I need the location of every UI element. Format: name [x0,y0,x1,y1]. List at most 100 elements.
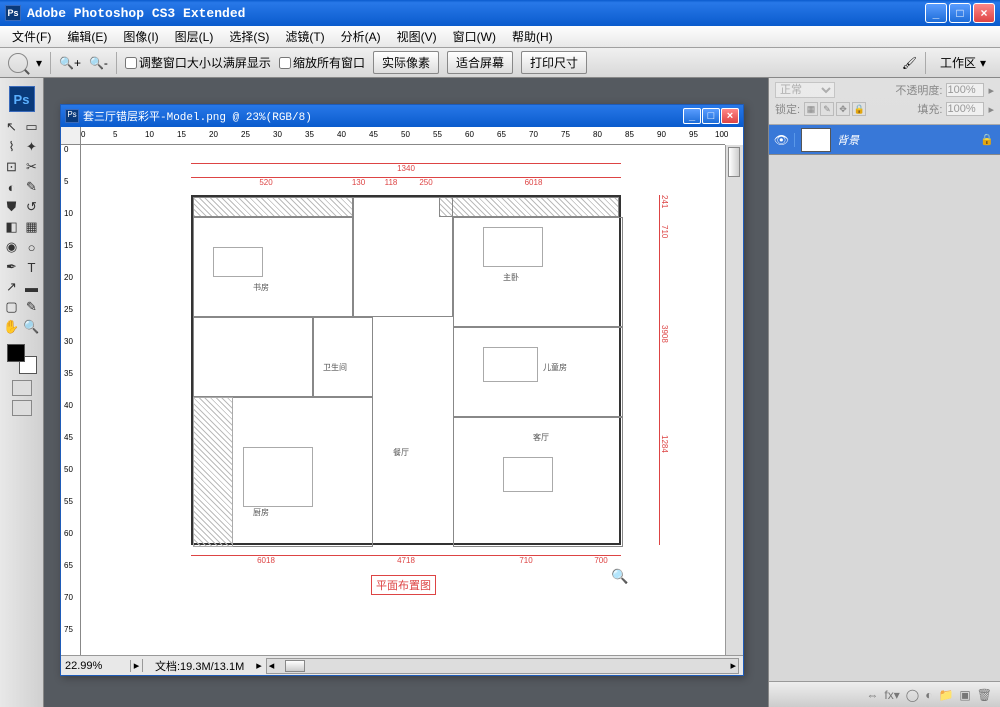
layer-name[interactable]: 背景 [837,132,980,148]
layer-list[interactable]: 👁 背景 🔒 [769,125,1000,681]
menu-filter[interactable]: 滤镜(T) [279,26,330,47]
menu-help[interactable]: 帮助(H) [506,26,559,47]
opacity-input[interactable] [946,83,984,97]
brush-preset-icon[interactable]: 🖌 [902,56,917,70]
eyedropper-tool[interactable]: ✎ [23,298,41,316]
visibility-icon[interactable]: 👁 [769,133,795,147]
brush-tool[interactable]: ✎ [23,178,41,196]
horizontal-scrollbar[interactable]: ◂▸ [266,658,739,674]
horizontal-ruler[interactable]: 0 5 10 15 20 25 30 35 40 45 50 55 60 65 … [81,127,725,145]
opacity-arrow[interactable]: ▸ [988,84,994,97]
quickmask-toggle[interactable] [12,380,32,396]
lasso-tool[interactable]: ⌇ [3,138,21,156]
layer-mask-icon[interactable]: ◯ [906,688,919,702]
zoom-cursor-icon: 🔍 [611,568,628,585]
doc-icon: Ps [65,109,79,123]
slice-tool[interactable]: ✂ [23,158,41,176]
menu-window[interactable]: 窗口(W) [447,26,502,47]
hand-tool[interactable]: ✋ [3,318,21,336]
marquee-tool[interactable]: ▭ [23,118,41,136]
fill-input[interactable] [946,102,984,116]
move-tool[interactable]: ↖ [3,118,21,136]
gradient-tool[interactable]: ▦ [23,218,41,236]
canvas[interactable]: 1340 520 130 118 250 6018 241 710 3908 1… [81,145,725,655]
type-tool[interactable]: T [23,258,41,276]
menu-select[interactable]: 选择(S) [223,26,275,47]
foreground-color[interactable] [7,344,25,362]
quick-select-tool[interactable]: ✦ [23,138,41,156]
zoom-value[interactable]: 22.99% [61,660,131,672]
menu-view[interactable]: 视图(V) [391,26,443,47]
dodge-tool[interactable]: ○ [23,238,41,256]
print-size-button[interactable]: 打印尺寸 [521,51,587,74]
vertical-ruler[interactable]: 0 5 10 15 20 25 30 35 40 45 50 55 60 65 … [61,145,81,655]
menu-file[interactable]: 文件(F) [6,26,57,47]
doc-titlebar[interactable]: Ps 套三厅错层彩平-Model.png @ 23%(RGB/8) _ □ × [61,105,743,127]
fill-label: 填充: [917,101,942,117]
zoom-out-icon[interactable]: 🔍- [89,56,108,70]
doc-info[interactable]: 文档:19.3M/13.1M [143,658,256,674]
blur-tool[interactable]: ◉ [3,238,21,256]
menu-layer[interactable]: 图层(L) [169,26,220,47]
zoom-in-icon[interactable]: 🔍+ [59,56,81,70]
link-layers-icon[interactable]: ⇔ [866,688,878,702]
path-select-tool[interactable]: ↗ [3,278,21,296]
actual-pixels-button[interactable]: 实际像素 [373,51,439,74]
menu-analysis[interactable]: 分析(A) [335,26,387,47]
adjustment-layer-icon[interactable]: ◐ [925,688,932,702]
eraser-tool[interactable]: ◧ [3,218,21,236]
lock-label: 锁定: [775,101,800,117]
fill-arrow[interactable]: ▸ [988,103,994,116]
notes-tool[interactable]: ▢ [3,298,21,316]
layers-panel: 正常 不透明度: ▸ 锁定: ▦ ✎ ✥ 🔒 填充: ▸ [768,78,1000,707]
maximize-button[interactable]: □ [949,3,971,23]
layer-row[interactable]: 👁 背景 🔒 [769,125,1000,155]
zoom-tool-icon[interactable] [8,53,28,73]
new-group-icon[interactable]: 📁 [938,688,953,702]
lock-transparent-icon[interactable]: ▦ [804,102,818,116]
history-brush-tool[interactable]: ↺ [23,198,41,216]
dropdown-icon[interactable]: ▾ [36,56,42,70]
doc-close[interactable]: × [721,108,739,124]
menu-image[interactable]: 图像(I) [117,26,164,47]
menu-edit[interactable]: 编辑(E) [61,26,113,47]
layer-lock-icon: 🔒 [980,133,1000,146]
heal-tool[interactable]: ◐ [3,178,21,196]
layer-fx-icon[interactable]: fx▾ [884,688,899,702]
delete-layer-icon[interactable]: 🗑 [977,688,992,702]
lock-all-icon[interactable]: 🔒 [852,102,866,116]
app-titlebar: Ps Adobe Photoshop CS3 Extended _ □ × [0,0,1000,26]
ps-badge: Ps [9,86,35,112]
lock-paint-icon[interactable]: ✎ [820,102,834,116]
doc-minimize[interactable]: _ [683,108,701,124]
vertical-scrollbar[interactable] [725,145,743,655]
doc-maximize[interactable]: □ [702,108,720,124]
resize-window-checkbox[interactable]: 调整窗口大小以满屏显示 [125,54,271,71]
screenmode-toggle[interactable] [12,400,32,416]
options-bar: ▾ 🔍+ 🔍- 调整窗口大小以满屏显示 缩放所有窗口 实际像素 适合屏幕 打印尺… [0,48,1000,78]
toolbox: Ps ↖ ▭ ⌇ ✦ ⊡ ✂ ◐ ✎ ⛊ ↺ ◧ ▦ ◉ ○ ✒ T ↗ ▬ ▢… [0,78,44,707]
blend-mode-select[interactable]: 正常 [775,82,835,98]
new-layer-icon[interactable]: ▣ [959,688,970,702]
minimize-button[interactable]: _ [925,3,947,23]
app-title: Adobe Photoshop CS3 Extended [27,6,925,21]
crop-tool[interactable]: ⊡ [3,158,21,176]
fit-screen-button[interactable]: 适合屏幕 [447,51,513,74]
status-arrow[interactable]: ▸ [131,659,143,672]
zoom-tool[interactable]: 🔍 [23,318,41,336]
document-window: Ps 套三厅错层彩平-Model.png @ 23%(RGB/8) _ □ × … [60,104,744,676]
canvas-area: Ps 套三厅错层彩平-Model.png @ 23%(RGB/8) _ □ × … [44,78,768,707]
color-swatches[interactable] [7,344,37,374]
doc-info-arrow[interactable]: ▸ [256,659,262,672]
menubar: 文件(F) 编辑(E) 图像(I) 图层(L) 选择(S) 滤镜(T) 分析(A… [0,26,1000,48]
layer-thumbnail[interactable] [801,128,831,152]
shape-tool[interactable]: ▬ [23,278,41,296]
zoom-all-checkbox[interactable]: 缩放所有窗口 [279,54,365,71]
workspace-dropdown[interactable]: 工作区 ▾ [934,52,992,73]
pen-tool[interactable]: ✒ [3,258,21,276]
lock-move-icon[interactable]: ✥ [836,102,850,116]
close-button[interactable]: × [973,3,995,23]
stamp-tool[interactable]: ⛊ [3,198,21,216]
ruler-origin[interactable] [61,127,81,145]
doc-title: 套三厅错层彩平-Model.png @ 23%(RGB/8) [83,108,682,124]
